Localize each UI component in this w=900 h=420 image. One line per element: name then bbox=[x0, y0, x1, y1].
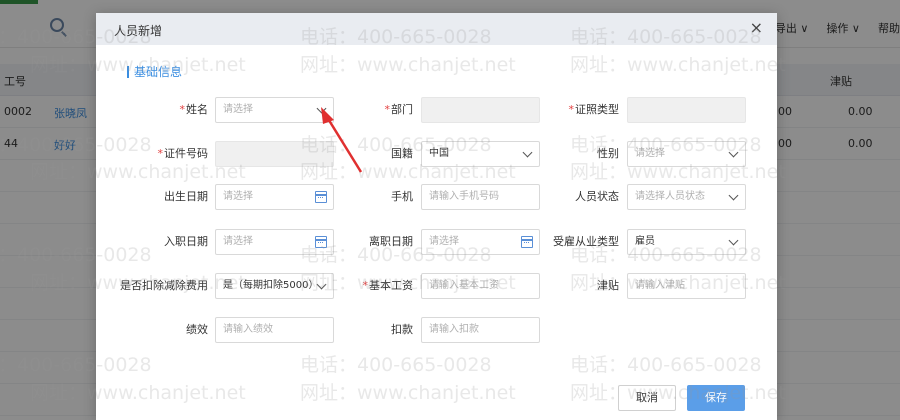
id-type-label: *证照类型 bbox=[568, 103, 620, 116]
required-mark: * bbox=[179, 103, 186, 116]
id-number-label: *证件号码 bbox=[157, 147, 209, 160]
gender-select[interactable]: 请选择 bbox=[627, 141, 746, 167]
chevron-down-icon bbox=[728, 147, 739, 158]
allowance-label: 津贴 bbox=[597, 279, 619, 292]
phone-label: 手机 bbox=[391, 190, 413, 203]
employment-type-select[interactable]: 雇员 bbox=[627, 229, 746, 255]
name-label: *姓名 bbox=[179, 103, 209, 116]
deduction-label: 是否扣除减除费用 bbox=[120, 279, 208, 292]
required-mark: * bbox=[384, 103, 391, 116]
allowance-input[interactable]: 请输入津贴 bbox=[627, 273, 746, 299]
department-label: *部门 bbox=[384, 103, 414, 116]
deduction-amount-input[interactable]: 请输入扣款 bbox=[421, 317, 540, 343]
nationality-label: 国籍 bbox=[391, 147, 413, 160]
chevron-down-icon bbox=[728, 190, 739, 201]
employment-type-label: 受雇从业类型 bbox=[553, 235, 619, 248]
cancel-button[interactable]: 取消 bbox=[618, 385, 676, 411]
birth-date-label: 出生日期 bbox=[164, 190, 208, 203]
add-person-dialog: 人员新增 × 基础信息 *姓名 请选择 *部门 *证照类型 *证件号码 国籍 中… bbox=[96, 13, 777, 420]
section-title: 基础信息 bbox=[127, 66, 182, 78]
save-button[interactable]: 保存 bbox=[687, 385, 745, 411]
id-type-field[interactable] bbox=[627, 97, 746, 123]
dialog-header: 人员新增 × bbox=[96, 13, 777, 45]
required-mark: * bbox=[568, 103, 575, 116]
deduction-amount-label: 扣款 bbox=[391, 323, 413, 336]
status-select[interactable]: 请选择人员状态 bbox=[627, 184, 746, 210]
dialog-title: 人员新增 bbox=[114, 24, 163, 38]
gender-label: 性别 bbox=[597, 147, 619, 160]
required-mark: * bbox=[362, 279, 369, 292]
performance-label: 绩效 bbox=[186, 323, 208, 336]
close-icon[interactable]: × bbox=[750, 19, 763, 37]
status-label: 人员状态 bbox=[575, 190, 619, 203]
base-salary-label: *基本工资 bbox=[362, 279, 414, 292]
chevron-down-icon bbox=[728, 235, 739, 246]
required-mark: * bbox=[157, 147, 164, 160]
leave-date-label: 离职日期 bbox=[369, 235, 413, 248]
hire-date-label: 入职日期 bbox=[164, 235, 208, 248]
